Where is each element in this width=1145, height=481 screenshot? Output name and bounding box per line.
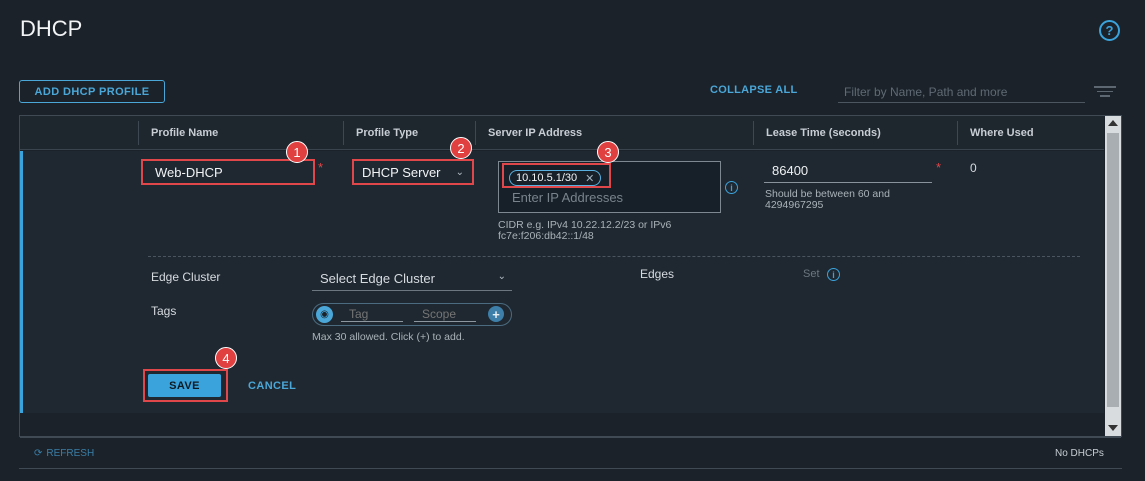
add-dhcp-profile-button[interactable]: ADD DHCP PROFILE [19, 80, 165, 103]
column-divider[interactable] [138, 121, 139, 145]
column-divider[interactable] [753, 121, 754, 145]
section-divider [148, 256, 1080, 257]
column-divider[interactable] [957, 121, 958, 145]
server-ip-hint: CIDR e.g. IPv4 10.22.12.2/23 or IPv6 fc7… [498, 220, 671, 242]
edge-cluster-value: Select Edge Cluster [320, 271, 435, 286]
callout-badge-4: 4 [215, 347, 237, 369]
edge-cluster-label: Edge Cluster [151, 270, 221, 284]
server-ip-chip-highlight: 10.10.5.1/30 ✕ [502, 163, 611, 188]
server-ip-chip-label: 10.10.5.1/30 [516, 172, 578, 184]
callout-badge-3: 3 [597, 141, 619, 163]
server-ip-placeholder: Enter IP Addresses [512, 190, 624, 205]
profile-type-value: DHCP Server [362, 164, 441, 180]
column-header-where-used[interactable]: Where Used [970, 127, 1034, 139]
required-marker: * [936, 160, 942, 175]
edges-set-link[interactable]: Set [803, 268, 820, 280]
lease-time-value: 86400 [772, 163, 809, 178]
tag-input[interactable] [341, 306, 403, 322]
server-ip-hint-line: fc7e:f206:db42::1/48 [498, 230, 594, 242]
profile-name-value: Web-DHCP [155, 165, 223, 180]
column-header-lease-time[interactable]: Lease Time (seconds) [766, 127, 881, 139]
scrollbar-thumb[interactable] [1107, 133, 1119, 407]
footer-divider [20, 437, 1121, 438]
info-icon[interactable]: i [725, 181, 738, 194]
scope-input[interactable] [414, 306, 476, 322]
lease-time-input[interactable]: 86400 [764, 161, 932, 183]
cancel-button[interactable]: CANCEL [248, 380, 296, 392]
chevron-down-icon: ⌄ [497, 271, 506, 282]
required-marker: * [318, 160, 324, 175]
server-ip-chip: 10.10.5.1/30 ✕ [509, 170, 602, 186]
scroll-up-icon[interactable] [1108, 120, 1118, 126]
where-used-count: 0 [970, 161, 977, 175]
profile-type-select[interactable]: DHCP Server ⌄ [352, 159, 474, 185]
tags-label: Tags [151, 304, 177, 318]
column-header-server-ip[interactable]: Server IP Address [488, 127, 582, 139]
record-count: No DHCPs [1055, 448, 1104, 459]
column-divider[interactable] [475, 121, 476, 145]
filter-menu-icon[interactable] [1094, 86, 1116, 98]
column-divider[interactable] [343, 121, 344, 145]
save-button[interactable]: SAVE [148, 374, 221, 397]
chevron-down-icon: ⌄ [455, 166, 464, 178]
refresh-button[interactable]: ⟳ REFRESH [34, 448, 94, 459]
edge-cluster-select[interactable]: Select Edge Cluster ⌄ [312, 271, 512, 291]
edges-label: Edges [640, 267, 675, 281]
footer-border [19, 468, 1122, 469]
collapse-all-link[interactable]: COLLAPSE ALL [710, 84, 798, 96]
lease-time-hint: Should be between 60 and 4294967295 [765, 189, 890, 211]
column-header-profile-type[interactable]: Profile Type [356, 127, 418, 139]
close-icon[interactable]: ✕ [585, 172, 594, 185]
callout-badge-1: 1 [286, 141, 308, 163]
refresh-icon: ⟳ [34, 448, 43, 459]
tags-hint: Max 30 allowed. Click (+) to add. [312, 331, 465, 343]
info-icon[interactable]: i [827, 268, 840, 281]
column-header-profile-name[interactable]: Profile Name [151, 127, 218, 139]
refresh-label: REFRESH [46, 448, 95, 459]
page-title: DHCP [20, 16, 83, 41]
tag-icon: ◉ [316, 306, 333, 323]
callout-badge-2: 2 [450, 137, 472, 159]
help-icon[interactable]: ? [1099, 20, 1120, 41]
scroll-down-icon[interactable] [1108, 425, 1118, 431]
filter-input[interactable] [838, 81, 1085, 103]
add-tag-icon[interactable]: + [488, 306, 504, 322]
profile-name-field[interactable]: Web-DHCP [141, 159, 315, 185]
lease-time-hint-line: 4294967295 [765, 199, 824, 211]
